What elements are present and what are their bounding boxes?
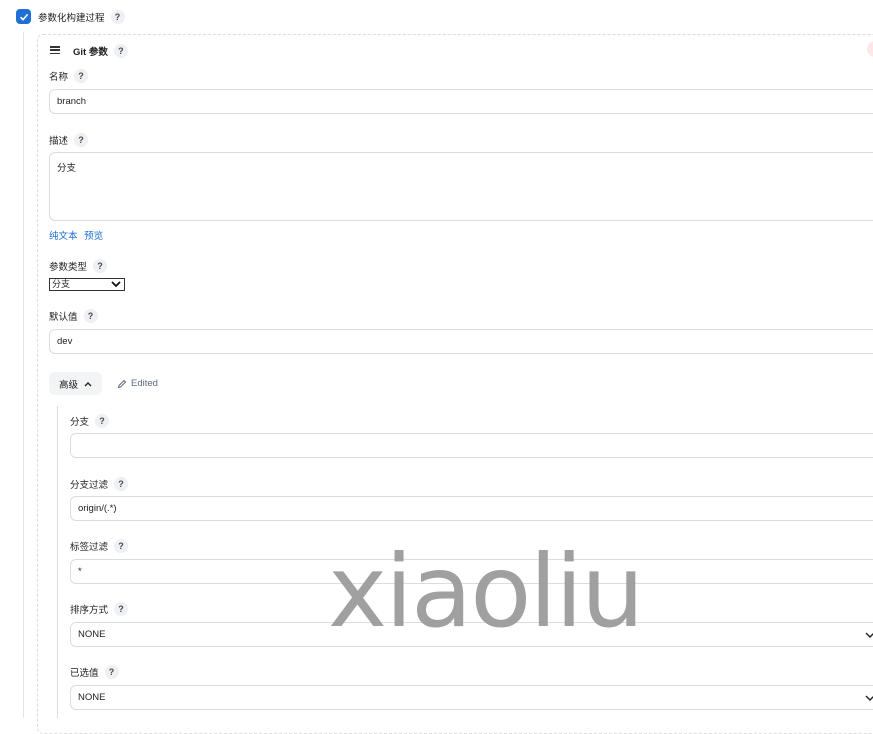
preview-link[interactable]: 预览 xyxy=(84,231,103,242)
section-guide-line xyxy=(23,32,24,718)
selected-value-label: 已选值 ? xyxy=(70,665,119,679)
watermark-text: xiaoliu xyxy=(328,533,644,650)
chevron-down-icon xyxy=(865,632,873,638)
sort-mode-help-icon[interactable]: ? xyxy=(114,602,129,616)
edited-indicator: Edited xyxy=(117,378,158,389)
branch-input[interactable] xyxy=(70,433,873,458)
name-help-icon[interactable]: ? xyxy=(74,69,89,83)
branch-filter-help-icon[interactable]: ? xyxy=(114,477,129,491)
git-param-header: Git 参数 ? xyxy=(73,44,128,58)
advanced-guide-line xyxy=(57,406,58,718)
default-value-help-icon[interactable]: ? xyxy=(83,309,98,323)
tag-filter-label: 标签过滤 ? xyxy=(70,539,129,553)
branch-filter-input[interactable]: origin/(.*) xyxy=(70,496,873,521)
chevron-up-icon xyxy=(84,381,92,386)
name-input[interactable]: branch xyxy=(49,89,873,114)
check-icon xyxy=(19,13,28,21)
git-param-help-icon[interactable]: ? xyxy=(113,44,128,58)
branch-label: 分支 ? xyxy=(70,414,110,428)
param-type-label: 参数类型 ? xyxy=(49,259,108,273)
parameterized-help-icon[interactable]: ? xyxy=(110,10,125,24)
parameterized-checkbox[interactable] xyxy=(16,9,31,24)
plain-text-link[interactable]: 纯文本 xyxy=(49,231,78,242)
default-value-input[interactable]: dev xyxy=(49,329,873,354)
chevron-down-icon xyxy=(865,695,873,701)
name-label: 名称 ? xyxy=(49,69,89,83)
branch-filter-label: 分支过滤 ? xyxy=(70,477,129,491)
selected-value-select[interactable]: NONE xyxy=(70,685,873,710)
format-links: 纯文本 预览 xyxy=(49,228,103,242)
description-help-icon[interactable]: ? xyxy=(74,133,89,147)
description-label: 描述 ? xyxy=(49,133,89,147)
pencil-icon xyxy=(117,379,127,388)
default-value-label: 默认值 ? xyxy=(49,309,98,323)
drag-handle-icon[interactable] xyxy=(50,46,60,55)
sort-mode-label: 排序方式 ? xyxy=(70,602,129,616)
branch-help-icon[interactable]: ? xyxy=(95,414,110,428)
tag-filter-help-icon[interactable]: ? xyxy=(114,539,129,553)
advanced-button[interactable]: 高级 xyxy=(49,372,102,395)
selected-value-help-icon[interactable]: ? xyxy=(104,665,119,679)
parameterized-label: 参数化构建过程 ? xyxy=(38,10,125,24)
param-type-select[interactable]: 分支 xyxy=(49,278,125,291)
dropdown-arrow-icon xyxy=(111,281,121,288)
description-textarea[interactable]: 分支 xyxy=(49,152,873,221)
param-type-help-icon[interactable]: ? xyxy=(93,259,108,273)
